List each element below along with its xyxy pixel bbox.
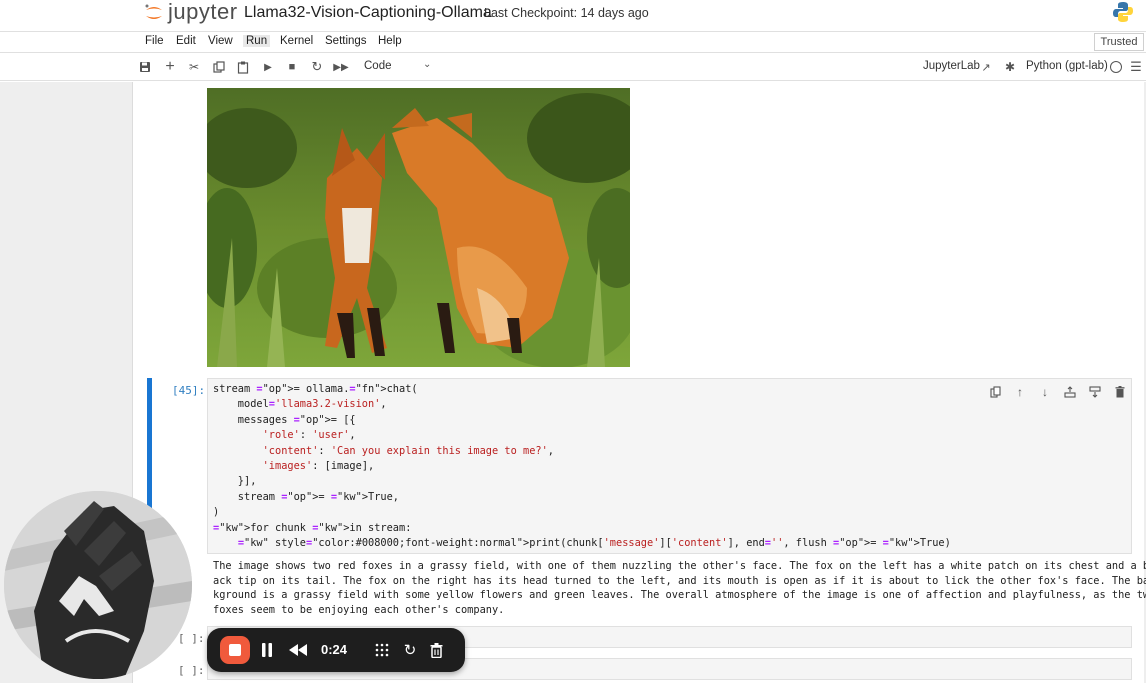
code-line: ) bbox=[213, 506, 220, 519]
save-icon[interactable] bbox=[137, 59, 153, 75]
webcam-overlay bbox=[4, 491, 192, 679]
code-line: }], bbox=[213, 475, 257, 488]
code-line: 'content': 'Can you explain this image t… bbox=[262, 444, 554, 457]
chevron-down-icon[interactable]: ⌄ bbox=[423, 59, 431, 70]
menu-hamburger-icon[interactable]: ☰ bbox=[1128, 59, 1144, 75]
menu-edit[interactable]: Edit bbox=[173, 35, 199, 47]
jupyter-logo-icon bbox=[145, 4, 162, 19]
insert-below-icon[interactable] bbox=[1087, 384, 1103, 400]
code-line: stream ="op">= ="kw">True, bbox=[213, 490, 400, 503]
restart-icon[interactable]: ↻ bbox=[309, 59, 325, 75]
code-editor-text[interactable]: stream ="op">= ollama.="fn">chat( model=… bbox=[213, 382, 951, 551]
cell-type-select[interactable]: Code bbox=[364, 60, 392, 72]
menu-view[interactable]: View bbox=[205, 35, 236, 47]
code-line: messages ="op">= [{ bbox=[213, 413, 356, 426]
screen-recorder-bar: 0:24 ↻ bbox=[207, 628, 465, 672]
move-down-icon[interactable]: ↓ bbox=[1037, 384, 1053, 400]
cell-toolbar: ↑ ↓ bbox=[987, 384, 1128, 400]
output-line: foxes seem to be enjoying each other's c… bbox=[213, 603, 505, 616]
notebook-header: jupyter Llama32-Vision-Captioning-Ollama… bbox=[0, 0, 1146, 31]
fast-forward-icon[interactable]: ▶▶ bbox=[333, 59, 349, 75]
cell-execution-prompt: [45]: bbox=[172, 384, 206, 397]
menu-bar: File Edit View Run Kernel Settings Help … bbox=[0, 31, 1146, 53]
paste-icon[interactable] bbox=[235, 59, 251, 75]
kernel-name[interactable]: Python (gpt-lab) bbox=[1026, 60, 1108, 72]
menu-settings[interactable]: Settings bbox=[322, 35, 370, 47]
last-checkpoint-text: Last Checkpoint: 14 days ago bbox=[484, 6, 649, 20]
rewind-icon[interactable] bbox=[287, 640, 309, 660]
cut-icon[interactable]: ✂ bbox=[186, 59, 202, 75]
code-line: ="kw">for chunk ="kw">in stream: bbox=[213, 521, 412, 534]
recording-timer: 0:24 bbox=[321, 642, 348, 657]
menu-help[interactable]: Help bbox=[375, 35, 405, 47]
code-line: ="kw" style="color:#008000;font-weight:n… bbox=[237, 537, 951, 550]
empty-cell-prompt: [ ]: bbox=[178, 632, 205, 645]
delete-recording-icon[interactable] bbox=[427, 640, 445, 660]
cell-output-text: The image shows two red foxes in a grass… bbox=[213, 559, 1146, 617]
code-line: 'images': [image], bbox=[262, 460, 375, 473]
menu-run[interactable]: Run bbox=[243, 35, 271, 47]
delete-icon[interactable] bbox=[1112, 384, 1128, 400]
pause-icon[interactable] bbox=[259, 640, 275, 660]
menu-file[interactable]: File bbox=[142, 35, 167, 47]
notebook-toolbar: + ✂ ▶ ■ ↻ ▶▶ Code ⌄ JupyterLab ↗ ✱ Pytho… bbox=[0, 53, 1146, 81]
external-link-icon[interactable]: ↗ bbox=[978, 59, 994, 75]
add-cell-icon[interactable]: + bbox=[162, 58, 178, 75]
code-line: 'role': 'user', bbox=[262, 429, 356, 442]
stop-icon[interactable]: ■ bbox=[284, 59, 300, 75]
insert-above-icon[interactable] bbox=[1062, 384, 1078, 400]
debugger-bug-icon[interactable]: ✱ bbox=[1002, 59, 1018, 75]
move-up-icon[interactable]: ↑ bbox=[1012, 384, 1028, 400]
code-line: stream ="op">= ollama.="fn">chat( bbox=[213, 383, 418, 395]
stop-recording-button[interactable] bbox=[220, 636, 250, 664]
trusted-indicator[interactable]: Trusted bbox=[1094, 33, 1144, 51]
kernel-status-circle-icon bbox=[1110, 61, 1122, 73]
fox-image-output bbox=[207, 88, 630, 367]
notebook-title[interactable]: Llama32-Vision-Captioning-Ollama bbox=[244, 4, 492, 22]
jupyter-logo-text: jupyter bbox=[168, 0, 238, 24]
empty-cell-prompt: [ ]: bbox=[178, 664, 205, 677]
menu-kernel[interactable]: Kernel bbox=[277, 35, 316, 47]
output-line: kground is a grassy field with some yell… bbox=[213, 589, 1146, 602]
output-line: The image shows two red foxes in a grass… bbox=[213, 560, 1146, 572]
copy-icon[interactable] bbox=[211, 59, 227, 75]
jupyterlab-link[interactable]: JupyterLab bbox=[923, 60, 980, 72]
stop-square-icon bbox=[229, 644, 241, 656]
output-line: ack tip on its tail. The fox on the righ… bbox=[213, 574, 1146, 587]
code-line: model='llama3.2-vision', bbox=[213, 398, 387, 411]
restart-recording-icon[interactable]: ↻ bbox=[401, 640, 419, 660]
run-icon[interactable]: ▶ bbox=[260, 59, 276, 75]
python-logo-icon bbox=[1113, 2, 1133, 22]
grid-icon[interactable] bbox=[373, 640, 391, 660]
duplicate-icon[interactable] bbox=[987, 384, 1003, 400]
